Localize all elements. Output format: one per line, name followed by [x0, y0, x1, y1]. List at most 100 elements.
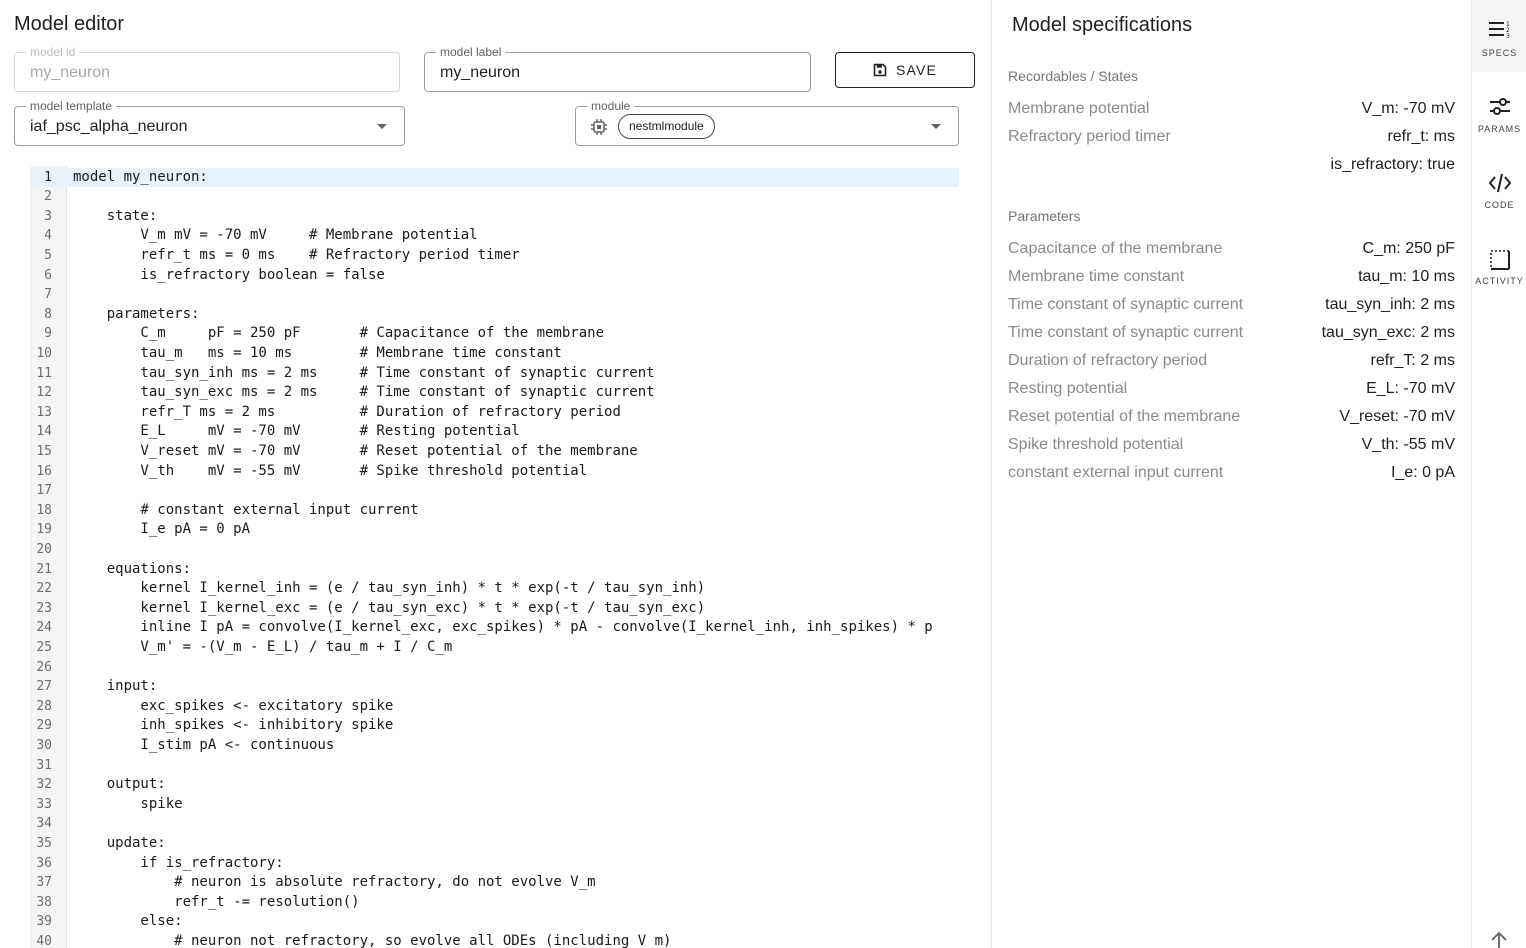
spec-row: constant external input current I_e: 0 p…	[1008, 459, 1455, 487]
code-line[interactable]: 28 exc_spikes <- excitatory spike	[30, 697, 959, 717]
code-line[interactable]: 23 kernel I_kernel_exc = (e / tau_syn_ex…	[30, 599, 959, 619]
code-line[interactable]: 25 V_m' = -(V_m - E_L) / tau_m + I / C_m	[30, 638, 959, 658]
code-line[interactable]: 20	[30, 540, 959, 560]
code-line[interactable]: 40 # neuron not refractory, so evolve al…	[30, 932, 959, 948]
spec-row: Duration of refractory period refr_T: 2 …	[1008, 347, 1455, 375]
rail-item-code[interactable]: CODE	[1472, 152, 1526, 224]
code-line[interactable]: 38 refr_t -= resolution()	[30, 893, 959, 913]
code-line[interactable]: 34	[30, 814, 959, 834]
code-line[interactable]: 3 state:	[30, 207, 959, 227]
spec-label: Duration of refractory period	[1008, 352, 1208, 369]
line-number: 39	[36, 914, 52, 930]
line-number: 20	[36, 541, 52, 557]
save-button[interactable]: SAVE	[835, 52, 975, 88]
code-line[interactable]: 33 spike	[30, 795, 959, 815]
chevron-down-icon	[931, 124, 941, 129]
code-line[interactable]: 1 model my_neuron:	[30, 167, 959, 188]
code-line[interactable]: 35 update:	[30, 834, 959, 854]
chip-icon	[591, 119, 607, 135]
code-line[interactable]: 17	[30, 481, 959, 501]
code-line-text: is_refractory boolean = false	[73, 266, 385, 283]
code-line[interactable]: 29 inh_spikes <- inhibitory spike	[30, 716, 959, 736]
code-line[interactable]: 30 I_stim pA <- continuous	[30, 736, 959, 756]
code-line[interactable]: 5 refr_t ms = 0 ms # Refractory period t…	[30, 246, 959, 266]
code-line[interactable]: 24 inline I pA = convolve(I_kernel_exc, …	[30, 618, 959, 638]
code-line[interactable]: 13 refr_T ms = 2 ms # Duration of refrac…	[30, 403, 959, 423]
line-number: 33	[36, 796, 52, 812]
code-line[interactable]: 11 tau_syn_inh ms = 2 ms # Time constant…	[30, 364, 959, 384]
code-line[interactable]: 14 E_L mV = -70 mV # Resting potential	[30, 422, 959, 442]
rail-item-activity[interactable]: ACTIVITY	[1472, 228, 1526, 300]
module-chip[interactable]: nestmlmodule	[618, 114, 715, 139]
rail-label-activity: ACTIVITY	[1475, 276, 1524, 286]
module-select[interactable]: module nestmlmodule	[575, 100, 959, 146]
code-line[interactable]: 15 V_reset mV = -70 mV # Reset potential…	[30, 442, 959, 462]
line-number: 27	[36, 679, 52, 695]
line-number: 25	[36, 639, 52, 655]
line-number: 8	[44, 306, 52, 322]
code-line[interactable]: 36 if is_refractory:	[30, 854, 959, 874]
navigation-rail: 1 2 3 SPECS PARAMS CODE ACTIVITY	[1471, 0, 1526, 948]
chevron-down-icon	[377, 124, 387, 129]
code-line[interactable]: 39 else:	[30, 912, 959, 932]
code-line-text: kernel I_kernel_exc = (e / tau_syn_exc) …	[73, 599, 706, 616]
line-number: 9	[44, 326, 52, 342]
model-label-field[interactable]: model label my_neuron	[424, 46, 811, 92]
spec-value: refr_T: 2 ms	[1370, 352, 1455, 369]
code-line[interactable]: 26	[30, 658, 959, 678]
code-line[interactable]: 6 is_refractory boolean = false	[30, 266, 959, 286]
code-line-text: kernel I_kernel_inh = (e / tau_syn_inh) …	[73, 580, 706, 597]
line-number: 6	[44, 267, 52, 283]
specs-title: Model specifications	[1012, 14, 1193, 36]
code-line[interactable]: 8 parameters:	[30, 305, 959, 325]
code-editor[interactable]: 1 model my_neuron: 2 3 state: 4 V_m mV = -70…	[30, 166, 959, 948]
line-number: 1	[44, 169, 52, 185]
arrow-up-icon[interactable]	[1489, 930, 1509, 948]
code-line[interactable]: 10 tau_m ms = 10 ms # Membrane time cons…	[30, 344, 959, 364]
code-line[interactable]: 21 equations:	[30, 560, 959, 580]
code-line[interactable]: 31	[30, 756, 959, 776]
line-number: 14	[36, 424, 52, 440]
spec-row: Time constant of synaptic current tau_sy…	[1008, 291, 1455, 319]
code-line-text: V_m' = -(V_m - E_L) / tau_m + I / C_m	[73, 638, 453, 655]
code-line[interactable]: 7	[30, 285, 959, 305]
code-icon	[1488, 173, 1511, 193]
code-line[interactable]: 16 V_th mV = -55 mV # Spike threshold po…	[30, 462, 959, 482]
model-editor-panel: Model editor model id my_neuron model la…	[0, 0, 991, 948]
code-line[interactable]: 2	[30, 187, 959, 207]
spec-label: Membrane time constant	[1008, 268, 1185, 285]
code-line[interactable]: 37 # neuron is absolute refractory, do n…	[30, 873, 959, 893]
model-template-select[interactable]: model template iaf_psc_alpha_neuron	[14, 100, 405, 146]
rail-item-params[interactable]: PARAMS	[1472, 76, 1526, 148]
spec-value: is_refractory: true	[1330, 156, 1455, 173]
line-number: 35	[36, 835, 52, 851]
rail-item-specs[interactable]: 1 2 3 SPECS	[1472, 0, 1526, 72]
code-line-text: # neuron is absolute refractory, do not …	[73, 874, 596, 891]
spec-row: Refractory period timer refr_t: ms	[1008, 123, 1455, 151]
spec-label: Membrane potential	[1008, 100, 1150, 117]
model-label-label: model label	[436, 46, 506, 58]
spec-value: tau_syn_inh: 2 ms	[1325, 296, 1455, 313]
spec-row: Resting potential E_L: -70 mV	[1008, 375, 1455, 403]
spec-row: is_refractory: true	[1008, 151, 1455, 179]
code-line-text: if is_refractory:	[73, 854, 284, 871]
line-number: 10	[36, 345, 52, 361]
recordables-section-title: Recordables / States	[1008, 68, 1138, 84]
model-label-value[interactable]: my_neuron	[440, 64, 520, 82]
line-number: 30	[36, 737, 52, 753]
line-number: 23	[36, 600, 52, 616]
code-line[interactable]: 19 I_e pA = 0 pA	[30, 520, 959, 540]
code-line[interactable]: 32 output:	[30, 775, 959, 795]
code-line[interactable]: 12 tau_syn_exc ms = 2 ms # Time constant…	[30, 383, 959, 403]
code-line[interactable]: 9 C_m pF = 250 pF # Capacitance of the m…	[30, 324, 959, 344]
line-number: 2	[44, 189, 52, 205]
code-line[interactable]: 22 kernel I_kernel_inh = (e / tau_syn_in…	[30, 579, 959, 599]
spec-row: Membrane time constant tau_m: 10 ms	[1008, 263, 1455, 291]
code-line-text: I_stim pA <- continuous	[73, 736, 335, 753]
code-line[interactable]: 4 V_m mV = -70 mV # Membrane potential	[30, 226, 959, 246]
line-number: 40	[36, 933, 52, 948]
code-line[interactable]: 27 input:	[30, 677, 959, 697]
code-line[interactable]: 18 # constant external input current	[30, 501, 959, 521]
line-number: 3	[44, 208, 52, 224]
svg-text:3: 3	[1506, 33, 1510, 40]
